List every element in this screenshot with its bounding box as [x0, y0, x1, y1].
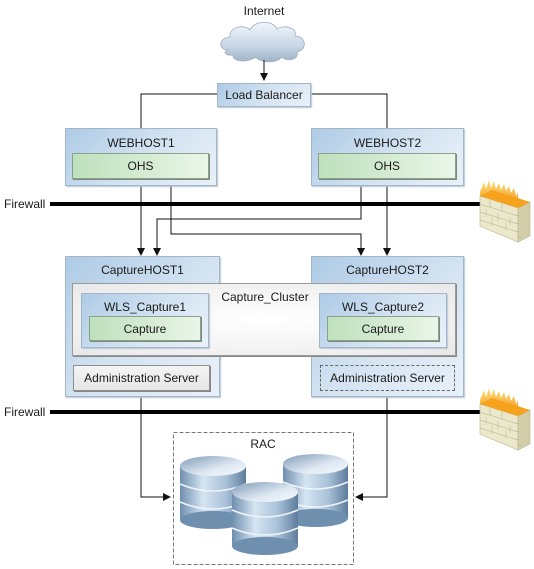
webhost2[interactable]: WEBHOST2 OHS — [311, 128, 464, 186]
wls-capture1-app[interactable]: Capture — [89, 316, 201, 341]
capture-cluster[interactable]: Capture_Cluster WLS_Capture1 Capture WLS… — [72, 283, 456, 356]
capturehost1-label: CaptureHOST1 — [101, 263, 184, 277]
capture-cluster-label: Capture_Cluster — [221, 290, 309, 304]
wls-capture2-app[interactable]: Capture — [327, 316, 439, 341]
capturehost2-admin-server-standby[interactable]: Administration Server — [320, 365, 455, 391]
wls-capture1[interactable]: WLS_Capture1 Capture — [81, 293, 209, 348]
firewall-line-1 — [50, 202, 482, 206]
capturehost1-admin-server[interactable]: Administration Server — [73, 365, 210, 391]
webhost2-label: WEBHOST2 — [353, 136, 422, 150]
capture-app-label: Capture — [123, 321, 167, 336]
connector-webhost2-capturehost1 — [153, 186, 362, 256]
connector-lb-webhost2 — [311, 93, 388, 128]
connector-lb-webhost1 — [140, 93, 217, 128]
firewall-label-2: Firewall — [4, 405, 46, 419]
connector-webhost1-capturehost2 — [170, 186, 365, 256]
wls-capture2-label: WLS_Capture2 — [341, 300, 425, 314]
cloud-icon — [220, 21, 305, 63]
ohs-label: OHS — [373, 159, 400, 173]
webhost1-ohs[interactable]: OHS — [72, 153, 209, 179]
ohs-label: OHS — [127, 159, 154, 173]
webhost2-ohs[interactable]: OHS — [318, 153, 456, 179]
database-icon — [179, 454, 349, 555]
firewall-icon — [479, 388, 531, 451]
capture-app-label: Capture — [361, 321, 405, 336]
firewall-icon — [479, 180, 531, 243]
load-balancer-label: Load Balancer — [225, 88, 303, 102]
wls-capture1-label: WLS_Capture1 — [103, 300, 187, 314]
rac-label: RAC — [250, 437, 276, 451]
wls-capture2[interactable]: WLS_Capture2 Capture — [319, 293, 447, 348]
firewall-label-1: Firewall — [4, 197, 46, 211]
admin-server-label: Administration Server — [84, 371, 199, 385]
admin-server-label: Administration Server — [330, 371, 445, 385]
capturehost2-label: CaptureHOST2 — [346, 263, 429, 277]
webhost1[interactable]: WEBHOST1 OHS — [65, 128, 217, 186]
firewall-line-2 — [50, 410, 482, 414]
load-balancer[interactable]: Load Balancer — [217, 83, 311, 107]
internet-label: Internet — [243, 4, 285, 18]
webhost1-label: WEBHOST1 — [107, 136, 175, 150]
